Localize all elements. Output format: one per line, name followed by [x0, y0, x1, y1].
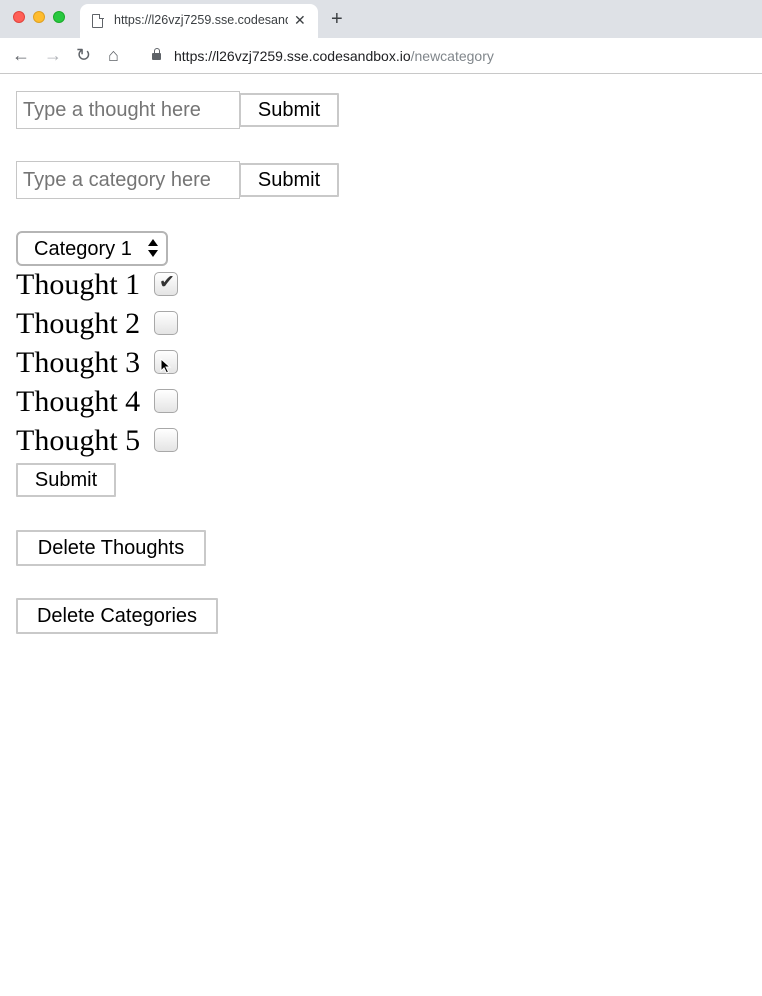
- thought-form: Submit: [16, 91, 346, 129]
- delete-categories-button[interactable]: Delete Categories: [16, 598, 218, 634]
- url-path: /newcategory: [410, 48, 494, 64]
- select-arrows-icon: [148, 237, 158, 259]
- browser-toolbar: ← → ↻ ⌂ https://l26vzj7259.sse.codesandb…: [0, 38, 762, 74]
- thought-checkbox[interactable]: [154, 389, 178, 413]
- thought-input[interactable]: [16, 91, 240, 129]
- thought-submit-button[interactable]: Submit: [239, 93, 339, 127]
- thought-checkbox[interactable]: [154, 428, 178, 452]
- thought-checkbox[interactable]: [154, 311, 178, 335]
- thought-label: Thought 1: [16, 268, 141, 301]
- delete-thoughts-button[interactable]: Delete Thoughts: [16, 530, 206, 566]
- checkmark-icon: ✔: [159, 272, 175, 293]
- thought-label: Thought 3: [16, 346, 141, 379]
- back-arrow-icon[interactable]: ←: [12, 44, 30, 66]
- reload-icon[interactable]: ↻: [76, 44, 91, 66]
- assign-submit-button[interactable]: Submit: [16, 463, 116, 497]
- new-tab-icon[interactable]: +: [331, 8, 343, 30]
- address-bar[interactable]: https://l26vzj7259.sse.codesandbox.io/ne…: [174, 48, 494, 64]
- home-icon[interactable]: ⌂: [108, 44, 119, 66]
- thought-label: Thought 5: [16, 424, 141, 457]
- browser-tab[interactable]: https://l26vzj7259.sse.codesandbox.io/ne…: [80, 4, 318, 38]
- category-input[interactable]: [16, 161, 240, 199]
- page-icon: [92, 13, 104, 28]
- browser-tab-bar: https://l26vzj7259.sse.codesandbox.io/ne…: [0, 0, 762, 38]
- close-window-button[interactable]: [13, 11, 25, 23]
- category-form: Submit: [16, 161, 346, 199]
- lock-icon: [152, 48, 161, 60]
- category-select-value: Category 1: [34, 238, 132, 260]
- forward-arrow-icon[interactable]: →: [44, 44, 62, 66]
- thought-label: Thought 4: [16, 385, 141, 418]
- tab-title: https://l26vzj7259.sse.codesandbox.io/ne…: [114, 13, 288, 27]
- close-tab-icon[interactable]: ✕: [294, 12, 306, 28]
- category-submit-button[interactable]: Submit: [239, 163, 339, 197]
- url-host: https://l26vzj7259.sse.codesandbox.io: [174, 48, 411, 64]
- thought-label: Thought 2: [16, 307, 141, 340]
- maximize-window-button[interactable]: [53, 11, 65, 23]
- minimize-window-button[interactable]: [33, 11, 45, 23]
- thought-checkbox[interactable]: ✔: [154, 272, 178, 296]
- category-select[interactable]: Category 1: [16, 231, 168, 266]
